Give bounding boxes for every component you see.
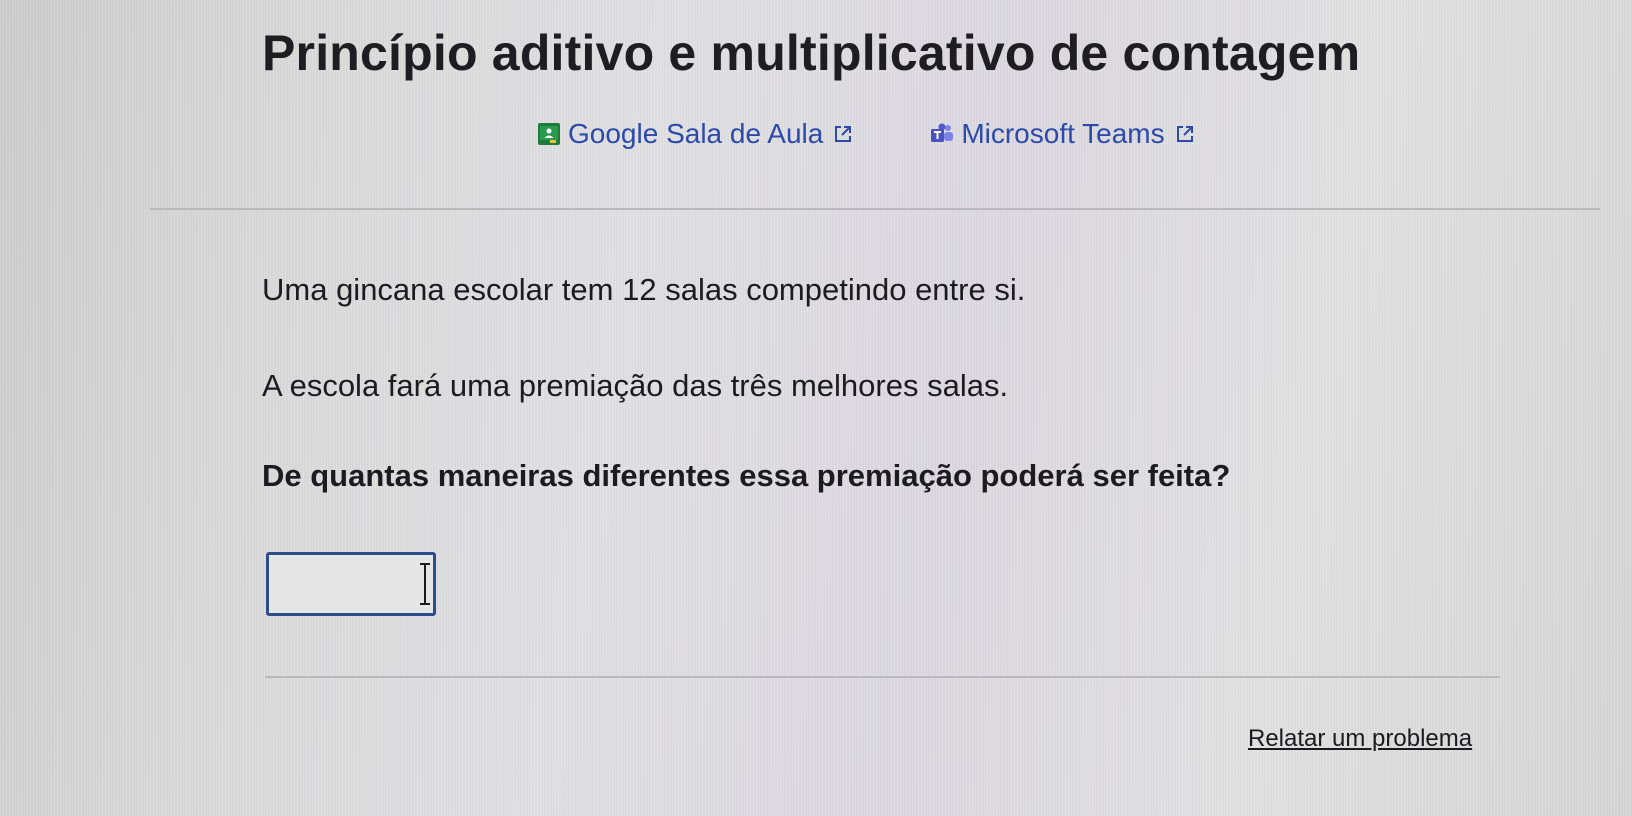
header-divider bbox=[150, 208, 1600, 210]
text-cursor-icon bbox=[420, 563, 430, 605]
problem-text: salas competindo entre si. bbox=[656, 272, 1026, 307]
problem-paragraph-2: A escola fará uma premiação das três mel… bbox=[262, 368, 1009, 403]
external-link-icon bbox=[835, 126, 852, 142]
microsoft-teams-label: Microsoft Teams bbox=[961, 118, 1165, 149]
page-title: Princípio aditivo e multiplicativo de co… bbox=[262, 25, 1361, 81]
problem-text: Uma gincana escolar tem bbox=[262, 272, 623, 307]
google-classroom-label: Google Sala de Aula bbox=[568, 118, 824, 149]
footer-divider bbox=[265, 676, 1500, 678]
google-classroom-icon bbox=[538, 123, 560, 145]
share-links: Google Sala de Aula Microsoft Teams bbox=[538, 118, 1195, 150]
external-link-icon bbox=[1176, 126, 1193, 142]
problem-question: De quantas maneiras diferentes essa prem… bbox=[262, 458, 1231, 493]
problem-paragraph-1: Uma gincana escolar tem 12 salas competi… bbox=[262, 272, 1025, 308]
microsoft-teams-link[interactable]: Microsoft Teams bbox=[931, 118, 1194, 150]
google-classroom-link[interactable]: Google Sala de Aula bbox=[538, 118, 853, 150]
answer-input[interactable] bbox=[266, 552, 436, 616]
microsoft-teams-icon bbox=[931, 123, 954, 142]
problem-number: 12 bbox=[622, 272, 657, 307]
report-problem-link[interactable]: Relatar um problema bbox=[1248, 725, 1472, 753]
